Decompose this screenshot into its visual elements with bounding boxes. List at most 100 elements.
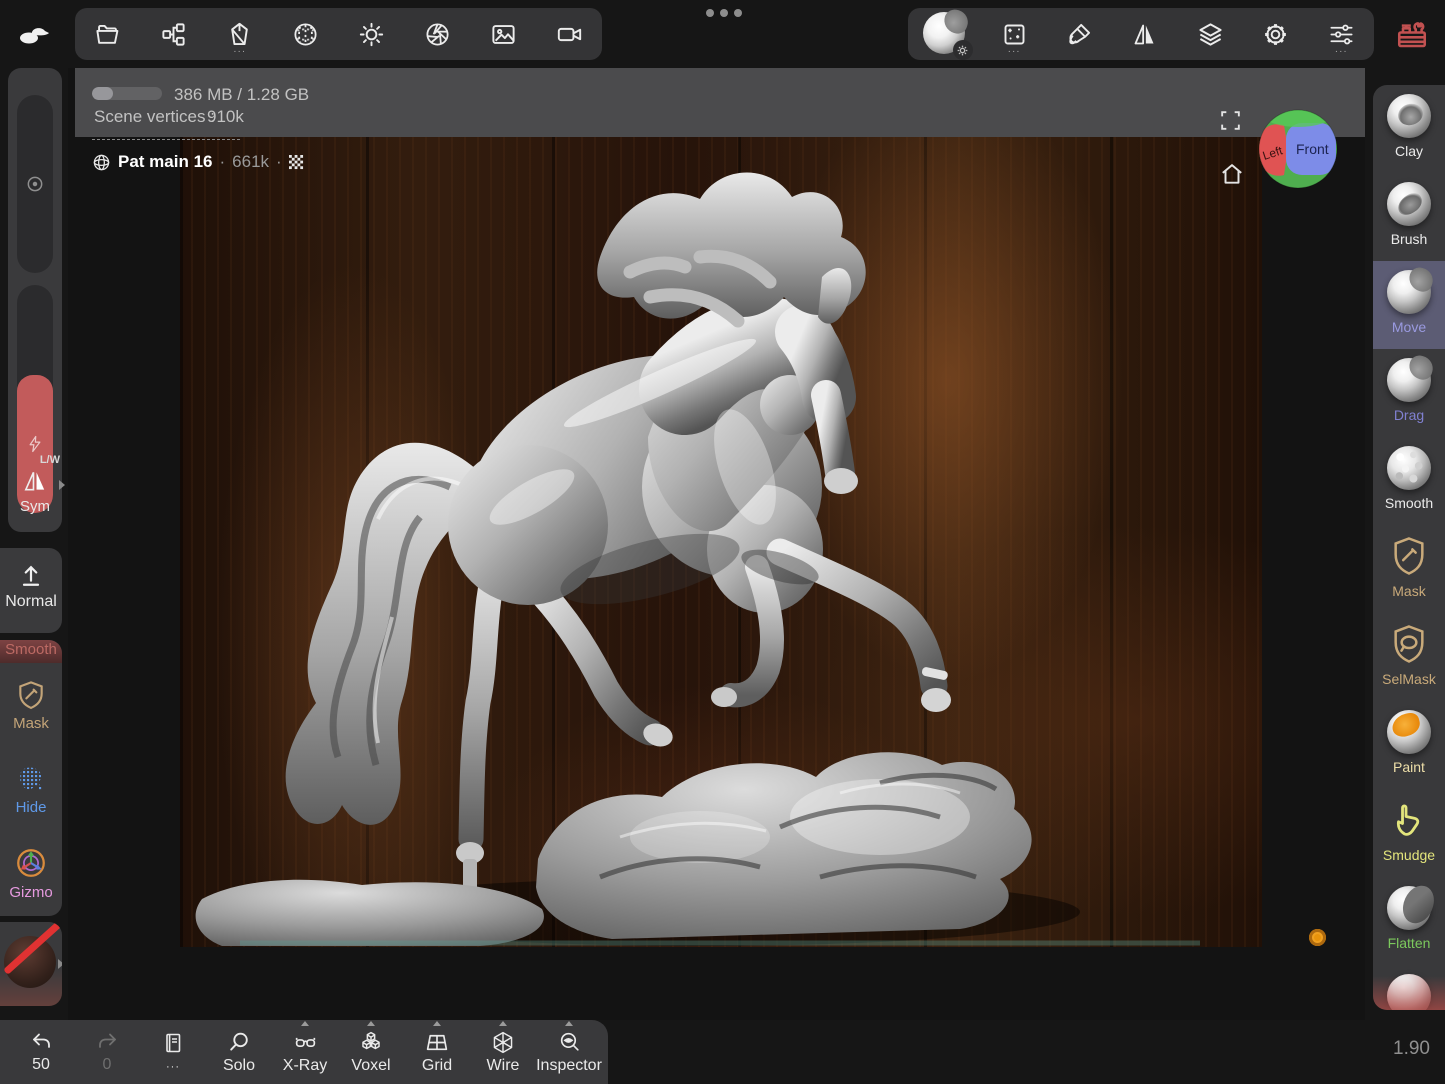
- nav-front-label: Front: [1296, 141, 1329, 157]
- toolbox-icon[interactable]: [1394, 16, 1430, 52]
- redo-count: 0: [103, 1057, 112, 1073]
- xray-button[interactable]: X-Ray: [272, 1020, 338, 1084]
- tool-flatten[interactable]: Flatten: [1373, 877, 1445, 965]
- background-icon[interactable]: [483, 12, 523, 56]
- horse-sculpture: [180, 137, 1262, 947]
- tool-hide[interactable]: Hide: [0, 747, 62, 831]
- inspector-button[interactable]: Inspector: [536, 1020, 602, 1084]
- sym-expand-arrow-icon[interactable]: [59, 480, 65, 490]
- post-process-icon[interactable]: [417, 12, 457, 56]
- toolbar-right: ··· ···: [908, 8, 1374, 60]
- drag-ball-icon: [1387, 358, 1431, 402]
- solo-magnifier-icon: [227, 1030, 252, 1055]
- light-handle-icon[interactable]: [1309, 929, 1326, 946]
- tool-preview-button[interactable]: [921, 12, 969, 56]
- history-button[interactable]: ···: [140, 1020, 206, 1084]
- undo-button[interactable]: 50: [8, 1020, 74, 1084]
- wire-caret-icon: [499, 1021, 507, 1026]
- symmetry-toggle[interactable]: L/W Sym: [8, 446, 62, 532]
- home-icon[interactable]: [1219, 161, 1245, 187]
- undo-count: 50: [32, 1057, 50, 1073]
- interface-sliders-icon[interactable]: ···: [1321, 12, 1361, 56]
- grid-button[interactable]: Grid: [404, 1020, 470, 1084]
- voxel-caret-icon: [367, 1021, 375, 1026]
- sym-icon: [20, 468, 50, 494]
- scene-vertices-label: Scene vertices :: [94, 107, 215, 127]
- solo-button[interactable]: Solo: [206, 1020, 272, 1084]
- files-icon[interactable]: [88, 12, 128, 56]
- scene-graph-icon[interactable]: [154, 12, 194, 56]
- tool-move[interactable]: Move: [1373, 261, 1445, 349]
- bottom-toolbar: 50 0 ··· Solo X-Ray: [0, 1020, 608, 1084]
- move-ball-icon: [1387, 270, 1431, 314]
- grid-caret-icon: [433, 1021, 441, 1026]
- xray-glasses-icon: [292, 1030, 319, 1055]
- tool-clay[interactable]: Clay: [1373, 85, 1445, 173]
- gizmo-icon: [14, 846, 48, 880]
- wire-button[interactable]: Wire: [470, 1020, 536, 1084]
- radius-slider[interactable]: [17, 95, 53, 273]
- window-drag-handle-icon[interactable]: [706, 9, 742, 17]
- topology-more-dots: ···: [233, 47, 246, 57]
- lighting-icon[interactable]: [351, 12, 391, 56]
- settings-gear-icon[interactable]: [1256, 12, 1296, 56]
- tool-smudge[interactable]: Smudge: [1373, 789, 1445, 877]
- gear-badge-icon: [953, 40, 973, 60]
- voxel-button[interactable]: Voxel: [338, 1020, 404, 1084]
- fullscreen-icon[interactable]: [1218, 108, 1243, 133]
- checker-icon: [289, 155, 304, 170]
- redo-button[interactable]: 0: [74, 1020, 140, 1084]
- tool-smooth-clipped[interactable]: Smooth: [0, 640, 62, 663]
- tool-gizmo[interactable]: Gizmo: [0, 831, 62, 915]
- material-toggle-card[interactable]: [0, 922, 62, 1006]
- tool-paint[interactable]: Paint: [1373, 701, 1445, 789]
- sym-mode-label: L/W: [40, 454, 60, 466]
- toolbar-left: ···: [75, 8, 602, 60]
- flatten-ball-icon: [1387, 886, 1431, 930]
- brush-ball-icon: [1387, 182, 1431, 226]
- tool-mask-left[interactable]: Mask: [0, 663, 62, 747]
- layers-icon[interactable]: [1190, 12, 1230, 56]
- memory-usage-text: 386 MB / 1.28 GB: [174, 85, 309, 105]
- memory-progress-fill: [92, 87, 113, 100]
- redo-icon: [95, 1032, 120, 1054]
- nav-orientation-sphere[interactable]: Left Front: [1258, 109, 1338, 189]
- stamp-icon[interactable]: ···: [994, 12, 1034, 56]
- symmetry-icon[interactable]: [1125, 12, 1165, 56]
- zoom-level-value: 1.90: [1393, 1038, 1430, 1060]
- topology-icon[interactable]: ···: [220, 12, 260, 56]
- nomad-logo-icon[interactable]: [16, 18, 54, 46]
- tool-next-partial[interactable]: [1373, 965, 1445, 1010]
- radius-icon: [25, 174, 45, 194]
- layer-vertex-count: 661k: [232, 152, 269, 172]
- sym-label: Sym: [8, 498, 62, 515]
- selmask-shield-icon: [1389, 622, 1429, 666]
- left-tools-panel: Smooth Mask Hide Gizmo: [0, 640, 62, 916]
- normal-arrow-icon: [17, 562, 45, 590]
- notebook-icon: [161, 1030, 185, 1056]
- tool-brush[interactable]: Brush: [1373, 173, 1445, 261]
- material-icon[interactable]: [286, 12, 326, 56]
- stroke-normal-button[interactable]: Normal: [0, 548, 62, 633]
- partial-ball-icon: [1387, 974, 1431, 1010]
- paint-ball-icon: [1387, 710, 1431, 754]
- tool-drag[interactable]: Drag: [1373, 349, 1445, 437]
- wireframe-icon: [490, 1030, 516, 1055]
- grid-icon: [424, 1030, 450, 1055]
- memory-progress-bar: [92, 87, 162, 100]
- active-layer-row[interactable]: Pat main 16 · 661k ·: [92, 152, 304, 172]
- camera-icon[interactable]: [549, 12, 589, 56]
- tool-mask[interactable]: Mask: [1373, 525, 1445, 613]
- material-expand-arrow-icon[interactable]: [58, 959, 62, 969]
- interface-more-dots: ···: [1335, 47, 1348, 57]
- tool-list-panel: Clay Brush Move Drag Smooth Mask SelMask…: [1373, 85, 1445, 1010]
- history-more-dots: ···: [166, 1059, 180, 1075]
- inspector-caret-icon: [565, 1021, 573, 1026]
- tool-selmask[interactable]: SelMask: [1373, 613, 1445, 701]
- voxel-icon: [358, 1030, 384, 1055]
- paint-all-icon[interactable]: [1060, 12, 1100, 56]
- viewport-3d[interactable]: 386 MB / 1.28 GB Scene vertices : 910k P…: [68, 68, 1365, 1020]
- smudge-hand-icon: [1388, 798, 1430, 842]
- stamp-more-dots: ···: [1008, 47, 1021, 57]
- tool-smooth[interactable]: Smooth: [1373, 437, 1445, 525]
